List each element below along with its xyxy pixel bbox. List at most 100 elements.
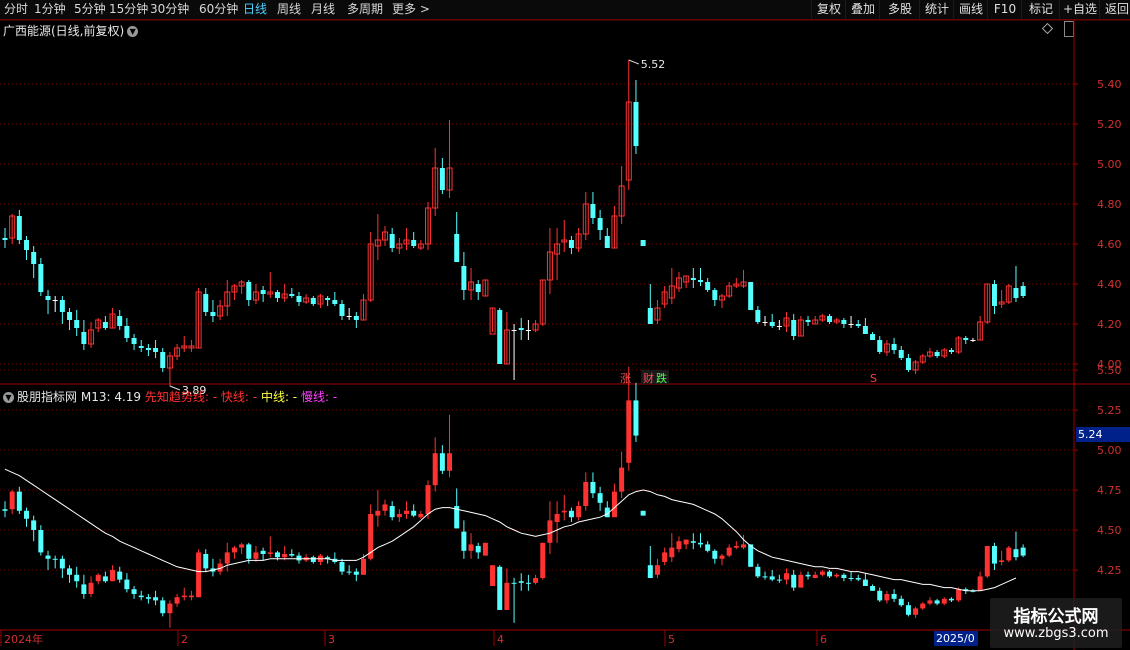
sub-candle-body [877,590,883,601]
sub-candle-body [518,581,524,583]
main-price-label: 4.60 [1097,238,1122,251]
sub-value-label: 5.25 [1097,404,1122,417]
date-label: 2 [181,633,188,646]
sub-candle-body [733,546,739,548]
main-candle-body [970,340,976,341]
sub-candle-body [934,600,940,604]
sub-candle-body [246,544,252,559]
sub-candle-body [411,510,417,516]
sub-candle-body [16,491,22,511]
main-candle-body [525,330,531,331]
date-label: 3 [328,633,335,646]
sub-candle-body [282,554,288,558]
sub-candle-body [690,541,696,543]
main-candle-body [590,204,596,218]
main-candle-body [690,278,696,280]
sub-candle-body [267,552,273,554]
sub-candle-body [834,574,840,577]
main-candle-body [791,320,797,336]
main-candle-body [712,290,718,300]
sub-candle-body [941,598,947,604]
main-price-label: 4.20 [1097,318,1122,331]
sub-candle-body [791,574,797,588]
main-candle-body [827,316,833,322]
sub-candle-body [110,570,116,582]
sub-candle-body [719,555,725,559]
main-candle-body [325,298,331,300]
main-candle-body [59,300,65,312]
sub-candle-body [540,542,546,578]
main-price-label: 4.40 [1097,278,1122,291]
sub-candle-body [554,514,560,522]
sub-candle-body [461,531,467,551]
sub-candle-body [927,600,933,604]
main-candle-body [310,298,316,304]
sub-candle-body [862,579,868,586]
sub-candle-body [447,453,453,471]
sub-candle-body [253,552,259,559]
main-candle-body [805,320,811,322]
sub-candle-body [346,571,352,573]
main-candle-body [389,234,395,248]
high-pointer [628,59,639,65]
main-candle-body [633,102,639,146]
sub-candle-body [769,576,775,580]
sub-candle-body [683,539,689,545]
rise-marker: 涨 [620,372,631,385]
sub-candle-body [848,578,854,579]
main-candle-body [647,308,653,324]
sub-candle-body [389,506,395,518]
main-candle-body [898,350,904,358]
sub-candle-body [174,597,180,604]
sub-candle-body [590,482,596,494]
main-candle-body [497,310,503,364]
main-candle-body [1020,286,1026,296]
main-candle-body [67,312,73,320]
sub-candle-body [798,574,804,588]
kline-chart[interactable]: 5.405.205.004.804.604.404.204.005.505.25… [0,0,1130,650]
main-candle-body [948,350,954,352]
main-candle-body [1013,288,1019,298]
main-candle-body [848,324,854,325]
main-candle-body [346,316,352,317]
sub-candle-body [418,514,424,518]
sub-candle-body [561,510,567,513]
main-candle-body [260,290,266,294]
sub-candle-body [576,506,582,518]
main-candle-body [877,340,883,352]
sub-candle-body [296,555,302,561]
main-candle-body [963,338,969,340]
high-price-label: 5.52 [641,58,666,71]
main-candle-body [862,326,868,334]
main-price-label: 5.20 [1097,118,1122,131]
main-price-label: 4.80 [1097,198,1122,211]
sub-candle-body [439,453,445,471]
sub-candle-body [353,571,359,575]
sub-candle-body [239,544,245,548]
sub-candle-body [361,558,366,575]
sub-candle-body [647,565,653,578]
low-pointer [169,385,181,391]
sub-candle-body [611,491,617,518]
sub-candle-body [626,400,632,463]
main-candle-body [905,358,911,370]
sub-candle-body [999,560,1005,562]
main-candle-body [52,300,58,301]
main-candle-body [296,296,302,302]
site-watermark: 指标公式网 www.zbgs3.com [990,598,1122,648]
main-candle-body [45,296,51,300]
sub-candle-body [375,510,381,516]
main-candle-body [748,282,754,310]
sub-candle-body [812,574,818,578]
main-candle-body [38,264,44,292]
sub-candle-body [196,552,202,598]
sub-candle-body [755,566,761,577]
sub-candle-body [762,576,768,578]
sub-candle-body [855,578,861,580]
sub-candle-body [382,504,388,511]
sub-candle-body [339,562,345,572]
main-candle-body [124,326,130,338]
main-candle-body [841,320,847,324]
sub-candle-body [784,573,790,580]
sub-candle-body [260,550,266,554]
